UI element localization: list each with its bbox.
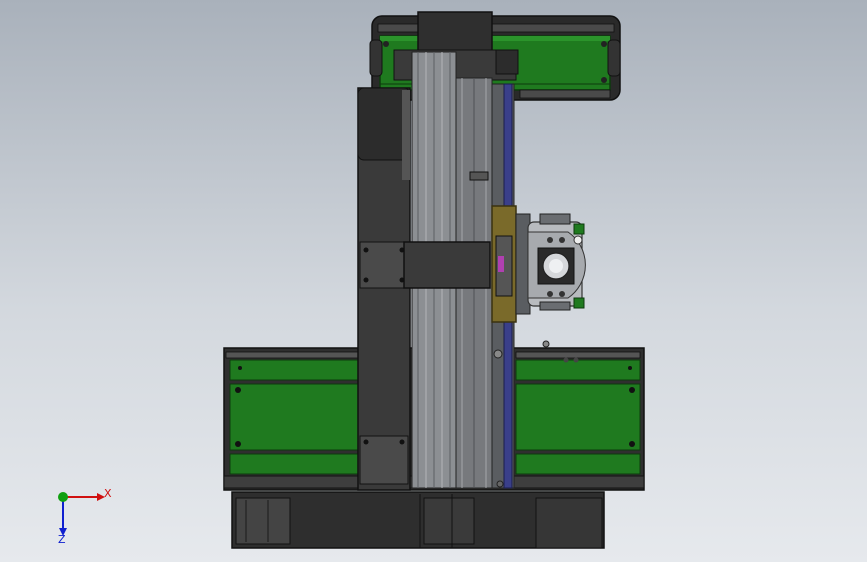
orientation-triad: X Z (58, 487, 112, 546)
drive-motor (231, 491, 605, 549)
x-axis-label: X (104, 487, 112, 500)
gripper-head (527, 213, 586, 311)
cad-viewport[interactable]: X Z (0, 0, 867, 562)
y-axis-dot (58, 492, 68, 502)
z-axis-label: Z (58, 533, 66, 546)
vertical-belt-housing (357, 87, 411, 491)
